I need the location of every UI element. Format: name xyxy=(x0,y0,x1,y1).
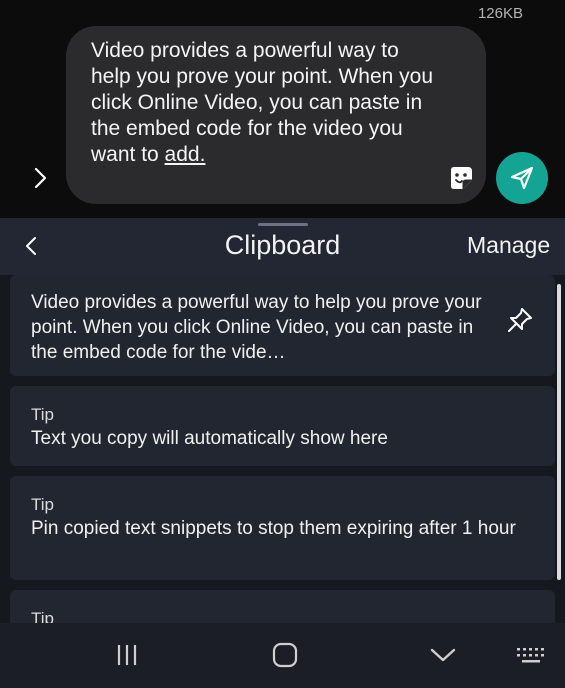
tip-text: Pin copied text snippets to stop them ex… xyxy=(31,518,516,539)
hide-keyboard-button[interactable] xyxy=(428,640,458,670)
send-icon xyxy=(510,166,534,190)
home-button[interactable] xyxy=(270,640,300,670)
clipboard-tip-card: Tip xyxy=(10,590,555,623)
tip-label: Tip xyxy=(31,609,54,623)
sticker-button[interactable] xyxy=(446,163,476,193)
message-input[interactable]: Video provides a powerful way to help yo… xyxy=(66,26,486,204)
message-size-label: 126KB xyxy=(477,5,523,22)
manage-button[interactable]: Manage xyxy=(467,232,550,259)
clipboard-list[interactable]: Video provides a powerful way to help yo… xyxy=(0,275,565,623)
home-icon xyxy=(272,642,298,668)
send-button[interactable] xyxy=(496,152,548,204)
chevron-right-icon xyxy=(34,167,47,189)
expand-button[interactable] xyxy=(22,160,58,196)
message-link[interactable]: add. xyxy=(165,143,206,166)
pin-button[interactable] xyxy=(505,305,535,335)
message-text: Video provides a powerful way to help yo… xyxy=(91,39,434,166)
pin-icon xyxy=(508,308,532,332)
scrollbar[interactable] xyxy=(557,284,561,580)
clipboard-tip-card: Tip Pin copied text snippets to stop the… xyxy=(10,476,555,580)
clipboard-item-text: Video provides a powerful way to help yo… xyxy=(31,292,482,363)
recent-apps-icon xyxy=(117,645,137,665)
hide-keyboard-icon xyxy=(430,648,456,662)
recent-apps-button[interactable] xyxy=(112,640,142,670)
tip-text: Text you copy will automatically show he… xyxy=(31,428,388,449)
clipboard-tip-card: Tip Text you copy will automatically sho… xyxy=(10,386,555,466)
tip-label: Tip xyxy=(31,495,54,514)
keyboard-button[interactable] xyxy=(514,640,548,670)
panel-drag-handle[interactable] xyxy=(258,223,308,226)
sticker-icon xyxy=(451,167,472,189)
keyboard-icon xyxy=(517,648,544,663)
tip-label: Tip xyxy=(31,405,54,424)
clipboard-item[interactable]: Video provides a powerful way to help yo… xyxy=(10,275,555,376)
